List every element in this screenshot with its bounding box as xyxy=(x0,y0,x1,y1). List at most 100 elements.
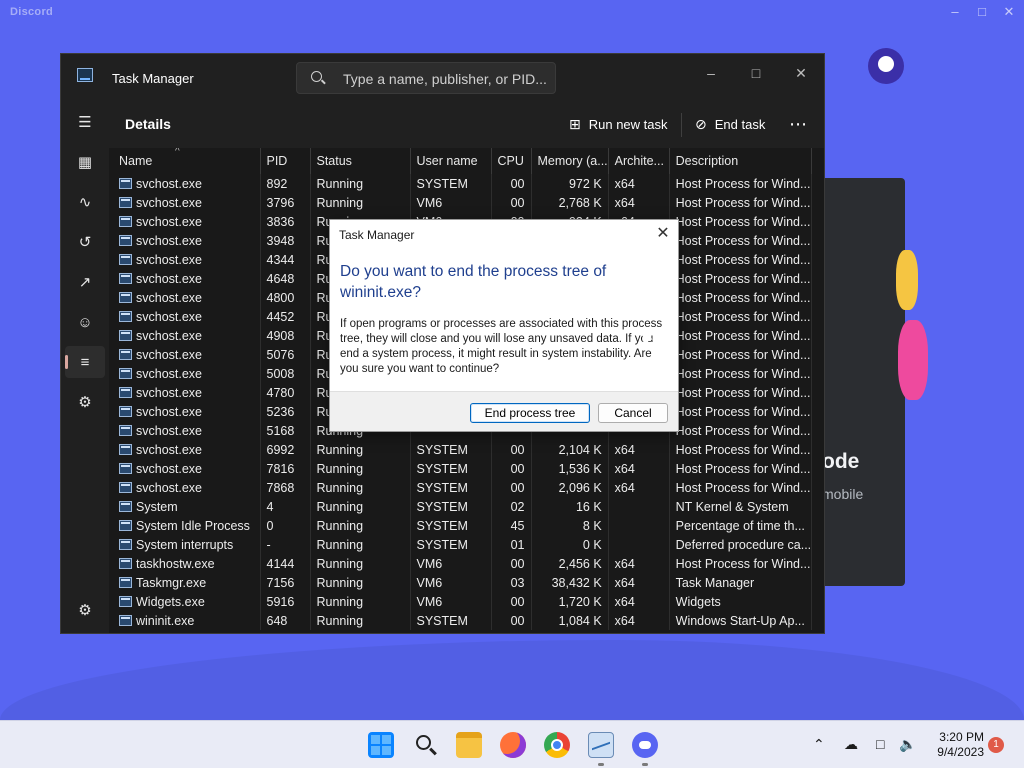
discord-close-button[interactable]: ✕ xyxy=(998,3,1020,21)
table-row[interactable]: taskhostw.exe 4144 Running VM6 00 2,456 Kx64 H… xyxy=(113,554,813,573)
table-row[interactable]: svchost.exe 7816 Running SYSTEM 00 1,536 Kx64… xyxy=(113,459,813,478)
description-cell: Host Process for Wind... xyxy=(669,307,813,326)
task-manager-icon[interactable] xyxy=(588,732,614,758)
process-name-cell: svchost.exe xyxy=(113,478,261,497)
architecture-cell xyxy=(608,535,670,554)
column-header-memory[interactable]: Memory (a... xyxy=(531,148,609,174)
table-row[interactable]: svchost.exe 7868 Running SYSTEM 00 2,096 Kx64… xyxy=(113,478,813,497)
start-icon[interactable] xyxy=(368,732,394,758)
column-header-cpu[interactable]: CPU xyxy=(491,148,532,174)
process-name-cell: svchost.exe xyxy=(113,288,261,307)
process-name: svchost.exe xyxy=(136,252,203,267)
volume-icon[interactable]: 🔈 xyxy=(899,736,916,753)
process-name-cell: svchost.exe xyxy=(113,307,261,326)
table-row[interactable]: wininit.exe 648 Running SYSTEM 00 1,084 Kx64 W… xyxy=(113,611,813,630)
table-row[interactable]: svchost.exe 892 Running SYSTEM 00 972 Kx64 Hos… xyxy=(113,174,813,193)
nav-services[interactable]: ⚙ xyxy=(65,386,105,418)
header-divider xyxy=(681,113,682,137)
process-icon xyxy=(119,538,132,550)
cpu-cell: 03 xyxy=(491,573,532,592)
discord-maximize-button[interactable]: □ xyxy=(971,3,993,21)
firefox-icon[interactable] xyxy=(500,732,526,758)
process-name-cell: svchost.exe xyxy=(113,421,261,440)
clock[interactable]: 3:20 PM 9/4/2023 xyxy=(920,730,984,760)
table-row[interactable]: Widgets.exe 5916 Running VM6 00 1,720 Kx64 Wid… xyxy=(113,592,813,611)
search-box[interactable] xyxy=(296,62,556,94)
discord-icon[interactable] xyxy=(632,732,658,758)
chrome-icon[interactable] xyxy=(544,732,570,758)
architecture-cell: x64 xyxy=(608,174,670,193)
column-header-name[interactable]: ^ Name xyxy=(113,148,261,174)
user-name-cell: SYSTEM xyxy=(410,497,492,516)
details-header: Details ⊞ Run new task ⊘ End task ⋯ xyxy=(109,100,824,148)
end-process-tree-button[interactable]: End process tree xyxy=(470,403,590,423)
run-new-task-button[interactable]: ⊞ Run new task xyxy=(569,112,668,136)
table-row[interactable]: svchost.exe 3796 Running VM6 00 2,768 Kx64 Hos… xyxy=(113,193,813,212)
process-name: svchost.exe xyxy=(136,366,203,381)
services-icon: ⚙ xyxy=(78,393,92,411)
nav-processes[interactable]: ▦ xyxy=(65,146,105,178)
description-cell: Host Process for Wind... xyxy=(669,402,813,421)
maximize-button[interactable]: □ xyxy=(741,62,771,84)
nav-startup-apps[interactable]: ↗ xyxy=(65,266,105,298)
discord-title: Discord xyxy=(10,6,54,18)
pid-cell: 5076 xyxy=(260,345,311,364)
table-row[interactable]: Taskmgr.exe 7156 Running VM6 03 38,432 Kx64 Ta… xyxy=(113,573,813,592)
table-row[interactable]: System Idle Process 0 Running SYSTEM 45 8 K Pe… xyxy=(113,516,813,535)
column-header-user-name[interactable]: User name xyxy=(410,148,492,174)
search-icon[interactable] xyxy=(412,732,438,758)
dialog-close-button[interactable]: ✕ xyxy=(652,224,674,244)
nav-users[interactable]: ☺ xyxy=(65,306,105,338)
column-header-description[interactable]: Description xyxy=(669,148,813,174)
network-icon[interactable]: □ xyxy=(876,736,884,752)
search-input[interactable] xyxy=(343,69,548,89)
nav-performance[interactable]: ∿ xyxy=(65,186,105,218)
pid-cell: 5168 xyxy=(260,421,311,440)
search-icon xyxy=(311,71,322,82)
process-name: svchost.exe xyxy=(136,176,203,191)
file-explorer-icon[interactable] xyxy=(456,732,482,758)
table-row[interactable]: System interrupts - Running SYSTEM 01 0 K Defe… xyxy=(113,535,813,554)
nav-app-history[interactable]: ↺ xyxy=(65,226,105,258)
hamburger-menu-button[interactable]: ☰ xyxy=(65,106,105,138)
show-hidden-icons-chevron-icon[interactable]: ⌃ xyxy=(813,736,825,753)
process-name-cell: System xyxy=(113,497,261,516)
process-name: svchost.exe xyxy=(136,195,203,210)
pid-cell: 5236 xyxy=(260,402,311,421)
minimize-button[interactable]: – xyxy=(696,62,726,84)
status-cell: Running xyxy=(310,193,411,212)
cpu-cell: 00 xyxy=(491,440,532,459)
sort-ascending-icon: ^ xyxy=(175,148,180,157)
nav-details[interactable]: ≡ xyxy=(65,346,105,378)
notification-badge[interactable]: 1 xyxy=(988,737,1004,753)
column-header-status[interactable]: Status xyxy=(310,148,411,174)
cloud-warning-icon[interactable]: ☁ xyxy=(844,736,858,753)
cpu-cell: 00 xyxy=(491,592,532,611)
user-name-cell: SYSTEM xyxy=(410,516,492,535)
process-name-cell: svchost.exe xyxy=(113,174,261,193)
pid-cell: 648 xyxy=(260,611,311,630)
discord-minimize-button[interactable]: – xyxy=(944,3,966,21)
pid-cell: 6992 xyxy=(260,440,311,459)
process-name: taskhostw.exe xyxy=(136,556,215,571)
table-row[interactable]: svchost.exe 6992 Running SYSTEM 00 2,104 Kx64… xyxy=(113,440,813,459)
status-cell: Running xyxy=(310,459,411,478)
process-name-cell: System interrupts xyxy=(113,535,261,554)
more-options-button[interactable]: ⋯ xyxy=(789,112,807,136)
description-cell: Host Process for Wind... xyxy=(669,459,813,478)
description-cell: Host Process for Wind... xyxy=(669,364,813,383)
column-header-pid[interactable]: PID xyxy=(260,148,311,174)
column-header-architecture[interactable]: Archite... xyxy=(608,148,670,174)
table-row[interactable]: System 4 Running SYSTEM 02 16 K NT Kernel & Sy… xyxy=(113,497,813,516)
memory-cell: 1,536 K xyxy=(531,459,609,478)
end-task-button[interactable]: ⊘ End task xyxy=(695,112,765,136)
discord-art-pink xyxy=(898,320,928,400)
close-button[interactable]: ✕ xyxy=(786,62,816,84)
run-task-icon: ⊞ xyxy=(569,115,581,132)
cancel-button[interactable]: Cancel xyxy=(598,403,668,423)
memory-cell: 972 K xyxy=(531,174,609,193)
navigation-sidebar: ☰ ▦ ∿ ↺ ↗ ☺ ≡ ⚙ ⚙ xyxy=(61,100,109,633)
description-cell: Host Process for Wind... xyxy=(669,212,813,231)
nav-settings[interactable]: ⚙ xyxy=(65,594,105,626)
pid-cell: 4452 xyxy=(260,307,311,326)
